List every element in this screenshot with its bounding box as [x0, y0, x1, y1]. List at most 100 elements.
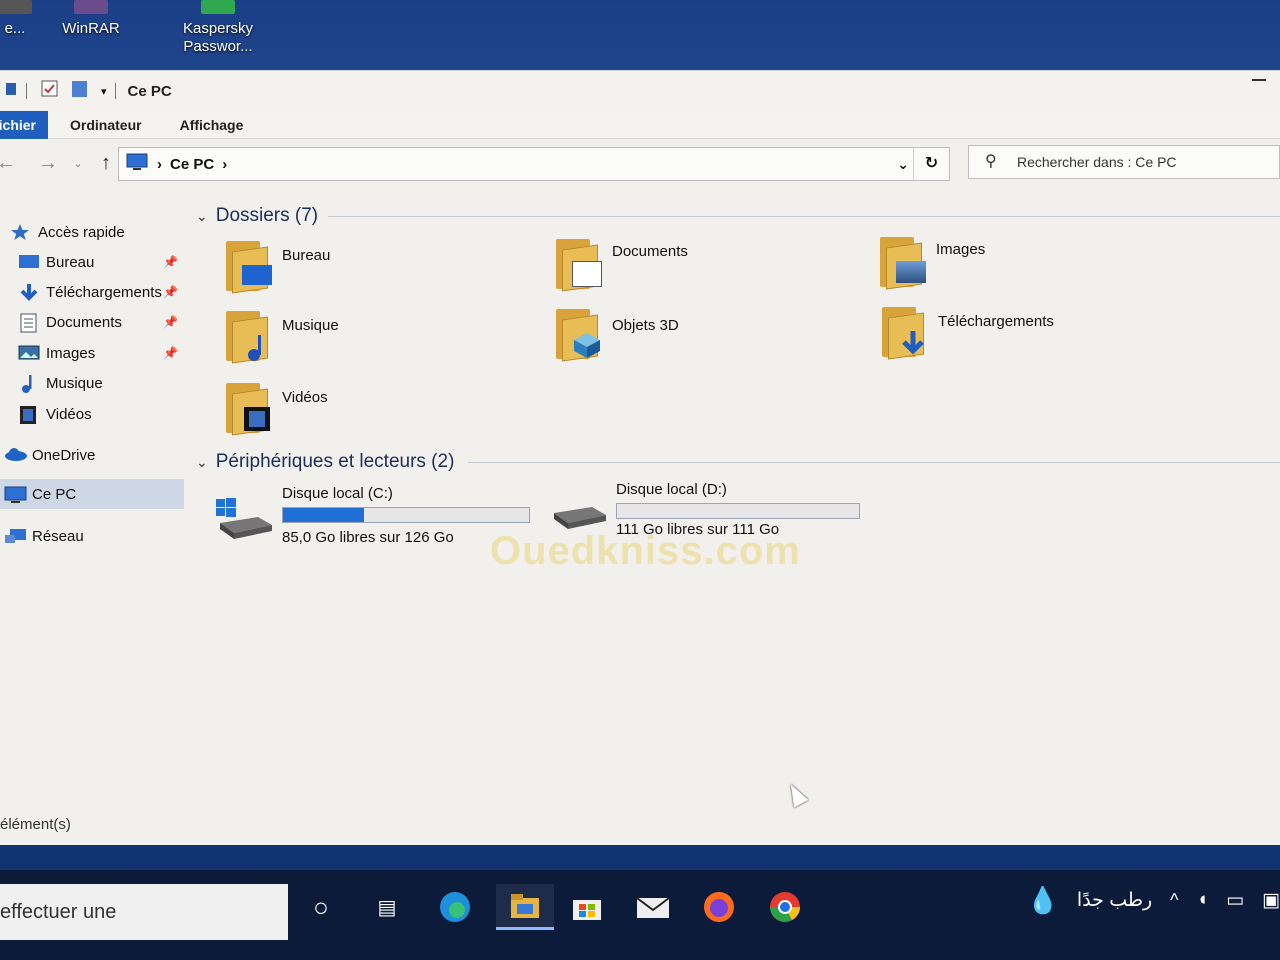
computer-icon: [125, 152, 149, 176]
sidebar-item-label: Bureau: [46, 253, 95, 271]
sidebar-item-onedrive[interactable]: OneDrive: [4, 440, 184, 470]
minimize-button[interactable]: [1252, 79, 1266, 81]
music-folder-icon: [222, 309, 272, 365]
folder-downloads[interactable]: Téléchargements: [878, 305, 1178, 365]
edge-icon[interactable]: [432, 884, 478, 930]
sidebar-item-desktop[interactable]: Bureau 📌: [18, 247, 184, 277]
firefox-icon[interactable]: [696, 884, 742, 930]
chrome-icon[interactable]: [762, 884, 808, 930]
forward-button[interactable]: →: [36, 152, 60, 175]
downloads-folder-icon: [878, 305, 928, 361]
breadcrumb-location[interactable]: Ce PC: [170, 156, 214, 173]
mail-icon[interactable]: [630, 884, 676, 930]
sidebar-item-label: Vidéos: [46, 405, 92, 423]
drive-size-text: 85,0 Go libres sur 126 Go: [282, 529, 454, 546]
desktop-shortcut-kaspersky[interactable]: Kaspersky Passwor...: [162, 0, 274, 56]
cloud-icon: [4, 446, 27, 464]
breadcrumb-separator[interactable]: ›: [157, 156, 162, 173]
folder-pictures[interactable]: Images: [876, 235, 1176, 295]
pin-icon[interactable]: 📌: [163, 285, 178, 299]
tab-file[interactable]: Fichier: [0, 110, 48, 139]
drives-group-header[interactable]: ⌄ Périphériques et lecteurs (2): [196, 451, 454, 473]
notification-icon[interactable]: ▣: [1262, 889, 1280, 912]
drive-label: Disque local (C:): [282, 485, 393, 502]
recent-locations-button[interactable]: ⌄: [66, 157, 90, 170]
tab-computer[interactable]: Ordinateur: [70, 117, 142, 133]
documents-folder-icon: [552, 237, 602, 293]
folder-music[interactable]: Musique: [222, 309, 522, 369]
pin-icon[interactable]: 📌: [163, 315, 178, 329]
file-explorer-taskbar-icon[interactable]: [496, 884, 554, 930]
folder-label: Musique: [282, 317, 339, 334]
search-input[interactable]: ⚲ Rechercher dans : Ce PC: [968, 145, 1280, 179]
sidebar-item-downloads[interactable]: Téléchargements 📌: [18, 277, 184, 307]
folder-label: Vidéos: [282, 389, 328, 406]
kaspersky-icon: [201, 0, 235, 14]
show-hidden-icons-icon[interactable]: ^: [1170, 890, 1178, 911]
sidebar-item-this-pc[interactable]: Ce PC: [0, 479, 184, 509]
app-icon: [0, 0, 32, 14]
system-tray: 💧 رطب جدًا ^ ◖ ▭ ▣: [1009, 880, 1280, 920]
collapse-chevron-icon[interactable]: ⌄: [196, 208, 208, 225]
3d-objects-folder-icon: [552, 307, 602, 363]
folder-label: Images: [936, 241, 986, 258]
properties-icon[interactable]: [41, 80, 59, 102]
folder-documents[interactable]: Documents: [552, 237, 852, 297]
network-status-icon[interactable]: ◖: [1197, 889, 1208, 911]
document-icon: [18, 313, 40, 333]
folder-3d-objects[interactable]: Objets 3D: [552, 307, 852, 367]
up-button[interactable]: ↑: [94, 152, 118, 175]
pin-icon[interactable]: 📌: [163, 346, 178, 360]
battery-icon[interactable]: ▭: [1226, 889, 1244, 912]
customize-toolbar-icon[interactable]: ▾: [101, 85, 107, 98]
weather-icon[interactable]: 💧: [1027, 885, 1059, 916]
explorer-icon: [6, 81, 18, 101]
desktop-icon: [18, 253, 40, 271]
navigation-pane: Accès rapide Bureau 📌 Téléchargements 📌 …: [0, 203, 188, 803]
collapse-chevron-icon[interactable]: ⌄: [196, 454, 208, 471]
weather-text[interactable]: رطب جدًا: [1077, 889, 1152, 912]
group-divider: [328, 216, 1280, 217]
cortana-icon[interactable]: ○: [298, 884, 344, 930]
folders-group-header[interactable]: ⌄ Dossiers (7): [196, 205, 318, 227]
taskbar: effectuer une ○ ▤ 💧 رطب جدًا ^ ◖ ▭ ▣: [0, 870, 1280, 960]
drive-label: Disque local (D:): [616, 481, 727, 498]
group-divider: [468, 462, 1280, 463]
sidebar-item-label: Réseau: [32, 527, 84, 545]
pin-icon[interactable]: 📌: [163, 255, 178, 269]
back-button[interactable]: ←: [0, 152, 18, 175]
network-icon: [4, 527, 26, 545]
desktop-shortcut-winrar[interactable]: WinRAR: [36, 0, 146, 38]
desktop-folder-icon: [222, 239, 272, 295]
search-placeholder: Rechercher dans : Ce PC: [1017, 154, 1177, 170]
group-title: Périphériques et lecteurs (2): [215, 451, 455, 472]
folder-label: Bureau: [282, 247, 331, 264]
address-bar[interactable]: › Ce PC › ⌄ ↻: [118, 147, 950, 181]
drive-usage-bar: [282, 507, 530, 523]
ribbon-tabs: Fichier Ordinateur Affichage: [0, 110, 1280, 139]
sidebar-item-documents[interactable]: Documents 📌: [18, 307, 184, 337]
taskbar-search-box[interactable]: effectuer une: [0, 884, 288, 940]
refresh-button[interactable]: ↻: [913, 148, 949, 180]
folder-videos[interactable]: Vidéos: [222, 381, 522, 441]
address-dropdown-button[interactable]: ⌄: [897, 156, 909, 173]
folder-label: Objets 3D: [612, 317, 679, 334]
new-folder-icon[interactable]: [71, 80, 89, 102]
watermark: Ouedkniss.com: [490, 529, 801, 573]
computer-icon: [4, 485, 27, 503]
sidebar-item-pictures[interactable]: Images 📌: [18, 338, 184, 368]
store-icon[interactable]: [564, 884, 610, 930]
sidebar-item-network[interactable]: Réseau: [4, 521, 184, 551]
tab-view[interactable]: Affichage: [180, 117, 244, 133]
sidebar-item-label: Musique: [46, 374, 103, 392]
title-bar: ▾ Ce PC: [0, 71, 1280, 111]
sidebar-item-music[interactable]: Musique: [18, 368, 184, 398]
breadcrumb-separator[interactable]: ›: [222, 156, 227, 173]
task-view-icon[interactable]: ▤: [364, 884, 410, 930]
desktop-shortcut-label: Kaspersky Passwor...: [182, 20, 254, 55]
status-bar: élément(s): [0, 816, 71, 833]
sidebar-item-quick-access[interactable]: Accès rapide: [10, 217, 194, 247]
folder-desktop[interactable]: Bureau: [222, 239, 522, 299]
sidebar-item-videos[interactable]: Vidéos: [18, 399, 184, 429]
folder-label: Documents: [612, 243, 688, 260]
